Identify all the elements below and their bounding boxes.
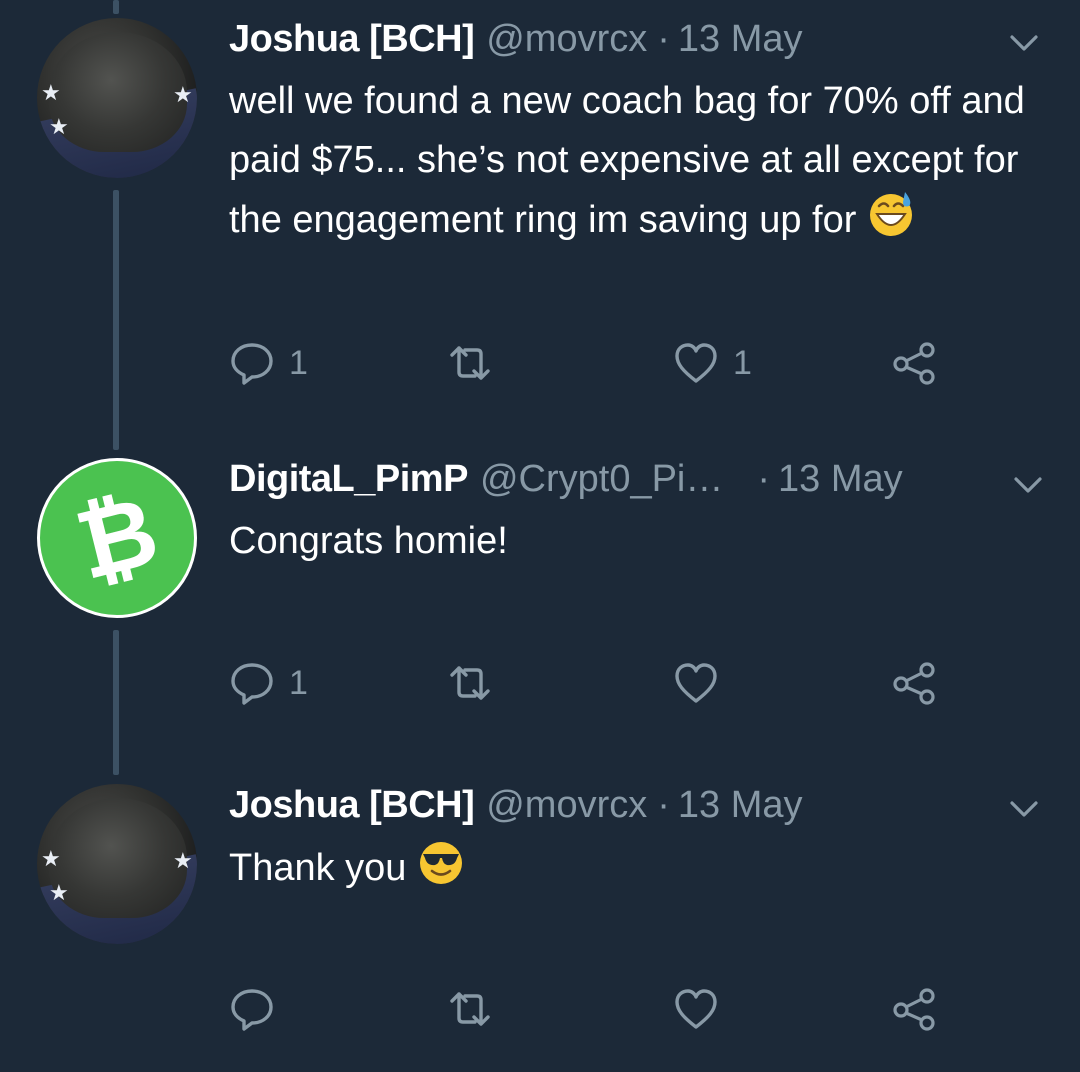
share-button[interactable]: [891, 658, 937, 708]
thread-line: [113, 0, 119, 14]
tweet-header: Joshua [BCH] @movrcx · 13 May: [229, 784, 803, 834]
like-button[interactable]: [673, 984, 733, 1034]
star-icon: ★: [49, 880, 69, 905]
display-name[interactable]: Joshua [BCH]: [229, 784, 475, 827]
avatar[interactable]: ₿: [37, 458, 197, 618]
display-name[interactable]: DigitaL_PimP: [229, 458, 468, 501]
tweet[interactable]: ★ ★ ★ Joshua [BCH] @movrcx · 13 May Than…: [0, 784, 1080, 1064]
share-icon: [893, 342, 935, 385]
tweet-date[interactable]: 13 May: [678, 18, 803, 61]
retweet-button[interactable]: [447, 984, 507, 1034]
avatar[interactable]: ★ ★ ★: [37, 18, 197, 178]
heart-icon: [675, 663, 717, 703]
tweet-header: DigitaL_PimP @Crypt0_Pi… · 13 May: [229, 458, 903, 508]
user-handle[interactable]: @movrcx: [486, 18, 647, 61]
tweet-text: Thank you: [229, 838, 1049, 898]
separator: ·: [657, 784, 670, 826]
reply-icon: [231, 989, 273, 1031]
tweet[interactable]: ₿ DigitaL_PimP @Crypt0_Pi… · 13 May Cong…: [0, 458, 1080, 758]
reply-button[interactable]: [229, 984, 289, 1034]
like-button[interactable]: 1: [673, 338, 752, 388]
like-button[interactable]: [673, 658, 733, 708]
like-count: 1: [733, 343, 752, 382]
avatar[interactable]: ★ ★ ★: [37, 784, 197, 944]
share-icon: [893, 988, 935, 1031]
retweet-button[interactable]: [447, 658, 507, 708]
share-button[interactable]: [891, 338, 937, 388]
retweet-icon: [450, 346, 490, 380]
grinning-face-with-sweat-icon: [869, 192, 912, 236]
star-icon: ★: [41, 80, 61, 105]
tweet-date[interactable]: 13 May: [678, 784, 803, 827]
separator: ·: [757, 458, 771, 500]
tweet-header: Joshua [BCH] @movrcx · 13 May: [229, 18, 803, 68]
reply-count: 1: [289, 343, 308, 382]
star-icon: ★: [49, 114, 69, 139]
tweet-actions: [229, 984, 949, 1034]
bitcoin-cash-icon: ₿: [65, 474, 169, 602]
user-handle[interactable]: @movrcx: [486, 784, 647, 827]
chevron-down-icon[interactable]: [1012, 474, 1044, 496]
retweet-icon: [450, 666, 490, 700]
star-icon: ★: [173, 848, 193, 873]
chevron-down-icon[interactable]: [1008, 798, 1040, 820]
reply-button[interactable]: 1: [229, 658, 308, 708]
tweet-actions: 1 1: [229, 338, 949, 388]
tweet-text-content: Congrats homie!: [229, 520, 508, 562]
smiling-face-with-sunglasses-icon: [420, 842, 463, 884]
retweet-icon: [450, 992, 490, 1026]
separator: ·: [657, 18, 670, 60]
reply-button[interactable]: 1: [229, 338, 308, 388]
user-handle[interactable]: @Crypt0_Pi…: [480, 458, 723, 501]
share-button[interactable]: [891, 984, 937, 1034]
star-icon: ★: [41, 846, 61, 871]
tweet-text: Congrats homie!: [229, 512, 1049, 571]
chevron-down-icon[interactable]: [1008, 32, 1040, 54]
tweet-text-content: Thank you: [229, 847, 407, 889]
heart-icon: [675, 343, 717, 383]
heart-icon: [675, 989, 717, 1029]
tweet-text: well we found a new coach bag for 70% of…: [229, 72, 1049, 250]
share-icon: [893, 662, 935, 705]
tweet[interactable]: ★ ★ ★ Joshua [BCH] @movrcx · 13 May well…: [0, 18, 1080, 398]
reply-icon: [231, 663, 273, 705]
retweet-button[interactable]: [447, 338, 507, 388]
display-name[interactable]: Joshua [BCH]: [229, 18, 475, 61]
star-icon: ★: [173, 82, 193, 107]
reply-count: 1: [289, 663, 308, 702]
reply-icon: [231, 343, 273, 385]
tweet-actions: 1: [229, 658, 949, 708]
tweet-date[interactable]: 13 May: [778, 458, 903, 501]
